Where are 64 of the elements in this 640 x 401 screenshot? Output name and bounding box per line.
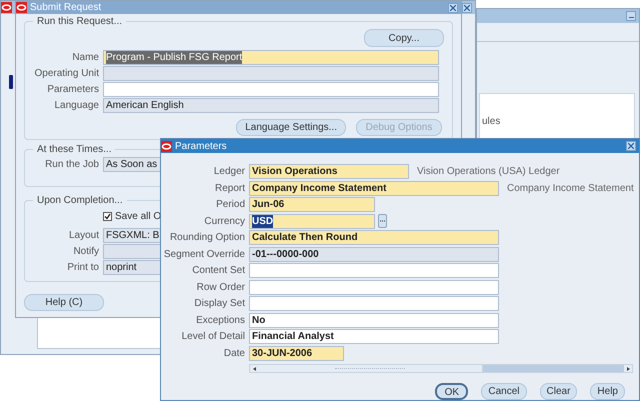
tab-indicator: [9, 75, 13, 89]
input-field[interactable]: [103, 66, 439, 81]
group-title: Upon Completion...: [36, 194, 124, 208]
minimize-button[interactable]: [626, 11, 636, 21]
field-label: Operating Unit: [34, 67, 99, 81]
field-label: Name: [71, 51, 99, 65]
field-label: Rounding Option: [168, 231, 245, 246]
field-label: Print to: [66, 261, 99, 275]
input-field[interactable]: [249, 296, 499, 312]
input-field[interactable]: Vision Operations: [249, 164, 409, 180]
dots-icon: [380, 220, 385, 222]
window-title: Submit Request: [30, 1, 102, 15]
window-title: Parameters: [175, 140, 228, 154]
input-field[interactable]: Financial Analyst: [249, 329, 499, 344]
field-label: Parameters: [46, 83, 99, 97]
field-label: Run the Job: [44, 158, 99, 172]
close-button[interactable]: [462, 2, 472, 12]
oval-icon: [1, 2, 12, 13]
input-field[interactable]: [103, 82, 439, 97]
oval-icon: [16, 2, 27, 13]
list-of-values-button[interactable]: [378, 214, 387, 228]
oval-icon: [161, 140, 172, 152]
field-label: Currency: [203, 214, 245, 229]
input-field[interactable]: Jun-06: [249, 197, 375, 212]
button[interactable]: OK: [435, 383, 468, 400]
field-label: Row Order: [196, 280, 245, 295]
group-title: Run this Request...: [36, 15, 124, 29]
field-label: Content Set: [191, 264, 245, 278]
field-label: Layout: [68, 229, 99, 243]
input-field[interactable]: USD: [249, 214, 375, 229]
input-field[interactable]: [249, 280, 499, 295]
horizontal-scrollbar[interactable]: [249, 364, 633, 373]
button[interactable]: Copy...: [364, 29, 444, 47]
field-label: Level of Detail: [180, 330, 245, 344]
arrow-left-icon[interactable]: [252, 366, 256, 370]
text-fragment: ules: [482, 116, 500, 127]
button[interactable]: Help: [590, 383, 625, 400]
group-title: At these Times...: [36, 143, 112, 157]
input-field[interactable]: No: [249, 312, 499, 328]
field-description: Company Income Statement: [507, 182, 634, 196]
input-field[interactable]: American English: [103, 98, 439, 113]
close-button[interactable]: [626, 141, 636, 151]
button[interactable]: Clear: [540, 383, 578, 400]
field-label: Language: [54, 99, 99, 113]
checkbox[interactable]: [103, 212, 112, 220]
input-field[interactable]: Company Income Statement: [249, 180, 499, 196]
input-field[interactable]: 30-JUN-2006: [249, 346, 344, 361]
field-label: Ledger: [212, 165, 245, 180]
input-field[interactable]: -01---0000-000: [249, 246, 499, 262]
input-field[interactable]: Calculate Then Round: [249, 230, 499, 246]
close-button[interactable]: [448, 2, 458, 12]
button[interactable]: Help (C): [24, 294, 104, 311]
field-label: Period: [215, 198, 245, 212]
input-field[interactable]: [249, 263, 499, 278]
field-label: Exceptions: [195, 314, 245, 328]
field-label: Display Set: [193, 297, 245, 312]
field-label: Segment Override: [162, 248, 245, 262]
field-description: Vision Operations (USA) Ledger: [417, 165, 560, 180]
field-label: Notify: [72, 245, 99, 259]
button[interactable]: Cancel: [481, 383, 527, 400]
field-label: Report: [214, 182, 245, 196]
arrow-right-icon[interactable]: [626, 366, 630, 370]
button[interactable]: Language Settings...: [236, 119, 346, 136]
field-label: Date: [222, 346, 245, 361]
